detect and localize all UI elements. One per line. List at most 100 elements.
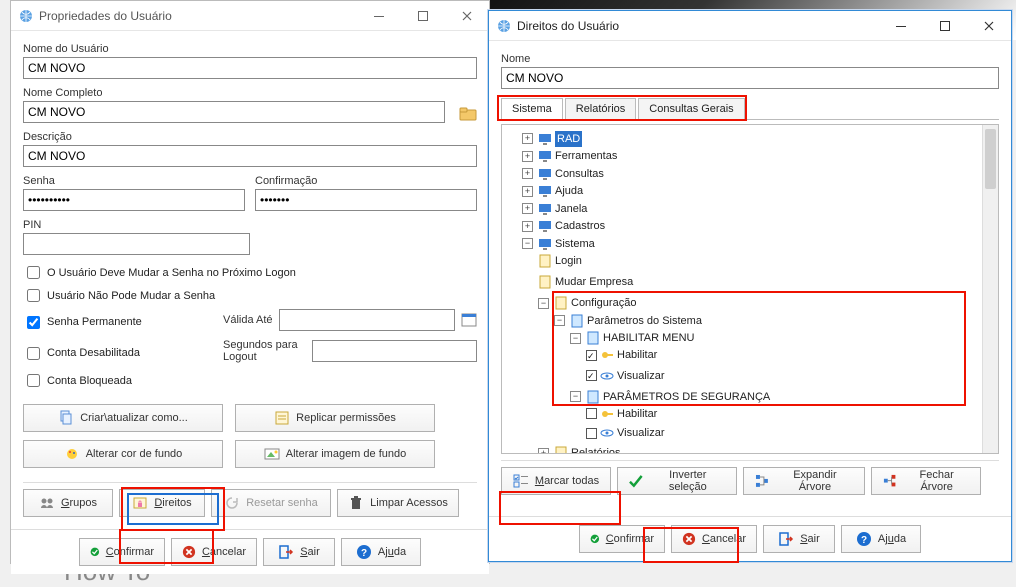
collapse-tree-icon xyxy=(882,473,897,489)
user-properties-window[interactable]: Propriedades do Usuário Nome do Usuário … xyxy=(10,0,490,564)
description-input[interactable] xyxy=(23,145,477,167)
rights-tree[interactable]: +RAD +Ferramentas +Consultas +Ajuda +Jan… xyxy=(501,124,999,454)
close-button[interactable] xyxy=(445,1,489,31)
tab-relatorios[interactable]: Relatórios xyxy=(565,98,637,120)
cancel-button[interactable]: Cancelar xyxy=(671,525,757,553)
doc-icon xyxy=(538,254,552,268)
svg-text:?: ? xyxy=(361,548,367,559)
tree-item[interactable]: PARÂMETROS DE SEGURANÇA xyxy=(603,389,770,405)
exit-button[interactable]: Sair xyxy=(263,538,335,566)
invert-selection-button[interactable]: Inverter seleção xyxy=(617,467,737,495)
valid-until-input[interactable] xyxy=(279,309,455,331)
monitor-icon xyxy=(538,132,552,146)
tree-item[interactable]: Janela xyxy=(555,201,587,217)
lock-icon xyxy=(132,495,148,511)
key-icon xyxy=(600,348,614,362)
description-label: Descrição xyxy=(23,131,477,143)
groups-button[interactable]: Grupos xyxy=(23,489,113,517)
disabled-checkbox[interactable] xyxy=(27,347,40,360)
tree-item[interactable]: Ferramentas xyxy=(555,148,617,164)
check-visualizar-2[interactable] xyxy=(586,428,597,439)
tree-item[interactable]: Sistema xyxy=(555,236,595,252)
rights-button[interactable]: Direitos xyxy=(119,489,205,517)
tree-item[interactable]: Visualizar xyxy=(617,425,665,441)
check-icon xyxy=(590,531,600,547)
check-habilitar[interactable] xyxy=(586,350,597,361)
confirm-button[interactable]: Confirmar xyxy=(79,538,165,566)
expand-tree-button[interactable]: Expandir Árvore xyxy=(743,467,865,495)
palette-icon xyxy=(64,446,80,462)
trash-icon xyxy=(348,495,364,511)
pin-label: PIN xyxy=(23,219,250,231)
tab-consultas-gerais[interactable]: Consultas Gerais xyxy=(638,98,744,120)
name-label: Nome xyxy=(501,53,999,65)
tree-item[interactable]: Habilitar xyxy=(617,347,657,363)
close-button[interactable] xyxy=(967,11,1011,41)
tree-item[interactable]: RAD xyxy=(555,131,582,147)
cannot-change-label: Usuário Não Pode Mudar a Senha xyxy=(47,290,215,302)
tree-item[interactable]: HABILITAR MENU xyxy=(603,330,694,346)
password-input[interactable] xyxy=(23,189,245,211)
tree-item[interactable]: Ajuda xyxy=(555,183,583,199)
fullname-input[interactable] xyxy=(23,101,445,123)
name-input[interactable] xyxy=(501,67,999,89)
tree-item[interactable]: Habilitar xyxy=(617,406,657,422)
check-habilitar-2[interactable] xyxy=(586,408,597,419)
tree-item[interactable]: Relatórios xyxy=(571,445,621,454)
reset-password-button[interactable]: Resetar senha xyxy=(211,489,331,517)
tree-item[interactable]: Login xyxy=(555,253,582,269)
maximize-button[interactable] xyxy=(401,1,445,31)
collapse-tree-button[interactable]: Fechar Árvore xyxy=(871,467,981,495)
help-icon: ? xyxy=(356,544,372,560)
permanent-checkbox[interactable] xyxy=(27,316,40,329)
help-button[interactable]: ? Ajuda xyxy=(841,525,921,553)
tab-sistema[interactable]: Sistema xyxy=(501,98,563,120)
cancel-icon xyxy=(682,531,696,547)
fullname-label: Nome Completo xyxy=(23,87,477,99)
tree-item[interactable]: Cadastros xyxy=(555,218,605,234)
tree-item[interactable]: Configuração xyxy=(571,295,636,311)
expand-icon[interactable]: + xyxy=(522,133,533,144)
valid-until-label: Válida Até xyxy=(223,314,273,326)
logout-seconds-input[interactable] xyxy=(312,340,477,362)
svg-text:?: ? xyxy=(861,535,867,546)
confirm-input[interactable] xyxy=(255,189,477,211)
minimize-button[interactable] xyxy=(879,11,923,41)
user-rights-window[interactable]: Direitos do Usuário Nome Sistema Relatór… xyxy=(488,10,1012,562)
cannot-change-checkbox[interactable] xyxy=(27,289,40,302)
must-change-checkbox[interactable] xyxy=(27,266,40,279)
tree-item[interactable]: Mudar Empresa xyxy=(555,274,633,290)
username-input[interactable] xyxy=(23,57,477,79)
copy-icon xyxy=(58,410,74,426)
change-bg-color-button[interactable]: Alterar cor de fundo xyxy=(23,440,223,468)
locked-label: Conta Bloqueada xyxy=(47,375,132,387)
check-visualizar[interactable] xyxy=(586,370,597,381)
tree-scrollbar[interactable] xyxy=(982,125,998,453)
mark-all-button[interactable]: Marcar todas xyxy=(501,467,611,495)
confirm-button[interactable]: Confirmar xyxy=(579,525,665,553)
folder-icon[interactable] xyxy=(459,105,477,123)
help-button[interactable]: ? Ajuda xyxy=(341,538,421,566)
tree-item[interactable]: Consultas xyxy=(555,166,604,182)
replicate-permissions-button[interactable]: Replicar permissões xyxy=(235,404,435,432)
password-label: Senha xyxy=(23,175,245,187)
tree-item[interactable]: Visualizar xyxy=(617,368,665,384)
help-icon: ? xyxy=(856,531,872,547)
minimize-button[interactable] xyxy=(357,1,401,31)
exit-icon xyxy=(278,544,294,560)
pin-input[interactable] xyxy=(23,233,250,255)
window-title: Propriedades do Usuário xyxy=(39,9,357,23)
change-bg-image-button[interactable]: Alterar imagem de fundo xyxy=(235,440,435,468)
calendar-icon[interactable] xyxy=(461,312,477,328)
maximize-button[interactable] xyxy=(923,11,967,41)
eye-icon xyxy=(600,369,614,383)
exit-icon xyxy=(778,531,794,547)
create-update-as-button[interactable]: Criar\atualizar como... xyxy=(23,404,223,432)
clear-access-button[interactable]: Limpar Acessos xyxy=(337,489,459,517)
tree-item[interactable]: Parâmetros do Sistema xyxy=(587,313,702,329)
users-icon xyxy=(39,495,55,511)
cancel-button[interactable]: Cancelar xyxy=(171,538,257,566)
locked-checkbox[interactable] xyxy=(27,374,40,387)
image-icon xyxy=(264,446,280,462)
exit-button[interactable]: Sair xyxy=(763,525,835,553)
